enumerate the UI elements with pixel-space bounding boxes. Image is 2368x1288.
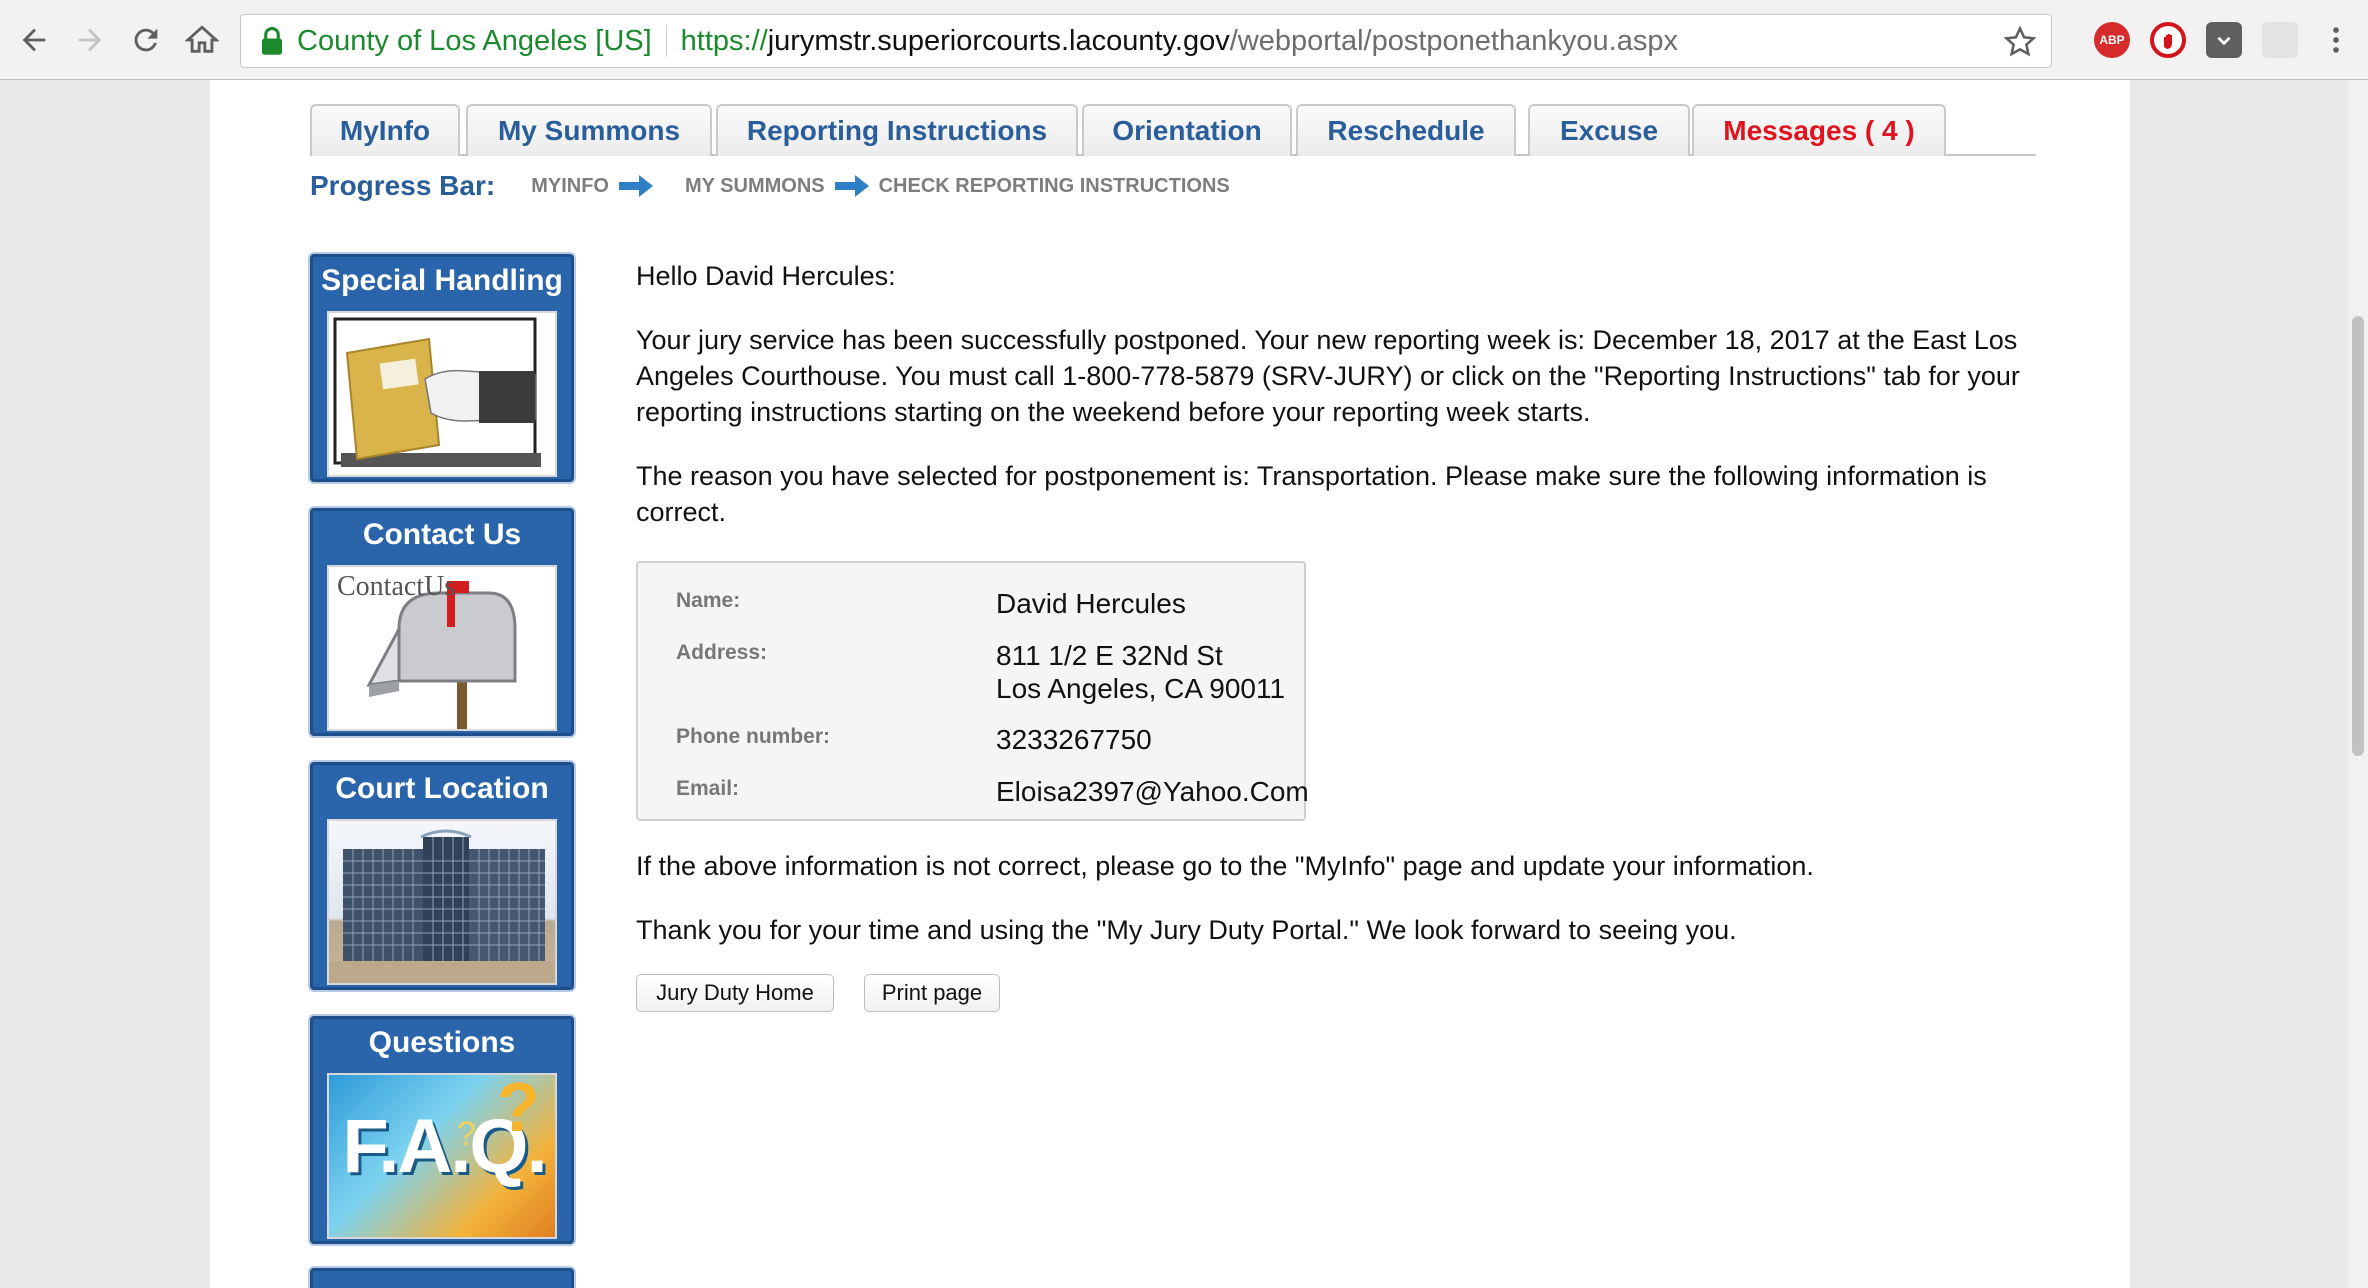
mailbox-image: ContactUs (327, 565, 557, 731)
tab-orientation[interactable]: Orientation (1082, 104, 1292, 156)
site-identity: County of Los Angeles [US] (297, 24, 652, 57)
thank-you-note: Thank you for your time and using the "M… (636, 915, 1737, 945)
address-line2: Los Angeles, CA 90011 (996, 673, 1286, 704)
url-scheme: https:// (680, 24, 768, 57)
address-bar[interactable]: County of Los Angeles [US] https:// jury… (240, 14, 2052, 68)
next-sidebar-card[interactable] (310, 1268, 574, 1288)
tab-reschedule[interactable]: Reschedule (1296, 104, 1516, 156)
address-line1: 811 1/2 E 32Nd St (996, 640, 1223, 671)
tab-my-summons[interactable]: My Summons (466, 104, 712, 156)
closing-text: If the above information is not correct,… (636, 848, 2036, 976)
browser-menu-button[interactable] (2316, 18, 2356, 62)
progress-bar: Progress Bar: MYINFO MY SUMMONS CHECK RE… (310, 166, 1230, 206)
special-handling-card[interactable]: Special Handling (310, 254, 574, 482)
back-arrow-icon (22, 28, 46, 52)
progress-step-my-summons: MY SUMMONS (684, 174, 825, 197)
tab-reporting-instructions[interactable]: Reporting Instructions (716, 104, 1078, 156)
scrollbar-thumb[interactable] (2352, 316, 2364, 756)
name-value: David Hercules (996, 588, 1186, 619)
court-location-title: Court Location (335, 772, 549, 805)
courthouse-building-icon (329, 829, 555, 983)
print-page-button[interactable]: Print page (864, 974, 1000, 1012)
forward-arrow-icon (78, 28, 102, 52)
address-label: Address: (676, 641, 768, 664)
name-label: Name: (676, 589, 741, 612)
questions-title: Questions (368, 1026, 516, 1059)
question-mark-icon: ? (497, 1073, 540, 1146)
progress-arrow-icon (834, 175, 869, 197)
portal-tab-bar: MyInfo My Summons Reporting Instructions… (310, 104, 2036, 156)
forward-button[interactable] (68, 18, 112, 62)
progress-label: Progress Bar: (310, 170, 496, 201)
tab-excuse[interactable]: Excuse (1528, 104, 1690, 156)
kebab-menu-icon (2333, 27, 2339, 53)
phone-value: 3233267750 (996, 724, 1152, 755)
url-path: /webportal/postponethankyou.aspx (1229, 24, 1678, 57)
lock-icon (262, 26, 282, 55)
chat-extension-icon[interactable] (2262, 22, 2298, 58)
progress-step-myinfo: MYINFO (531, 174, 609, 197)
reload-button[interactable] (124, 18, 168, 62)
juror-info-box: Name: David Hercules Address: 811 1/2 E … (636, 561, 1309, 821)
faq-image: F.A.Q. ? ? (327, 1073, 557, 1239)
vertical-scrollbar[interactable] (2348, 80, 2368, 1288)
main-content: Hello David Hercules: Your jury service … (636, 258, 2036, 558)
bookmark-star-icon[interactable] (2003, 25, 2037, 59)
email-value: Eloisa2397@Yahoo.Com (996, 776, 1309, 807)
greeting: Hello David Hercules: (636, 261, 896, 291)
envelope-image (327, 311, 557, 477)
pocket-icon[interactable] (2206, 22, 2242, 58)
home-icon (185, 25, 219, 53)
home-button[interactable] (180, 18, 224, 62)
hand-icon (2164, 34, 2172, 49)
special-handling-title: Special Handling (321, 264, 563, 297)
tab-myinfo[interactable]: MyInfo (310, 104, 460, 156)
back-button[interactable] (12, 18, 56, 62)
contact-us-card[interactable]: Contact Us ContactUs (310, 508, 574, 736)
postponement-confirmation: Your jury service has been successfully … (636, 325, 2020, 427)
jury-duty-home-button[interactable]: Jury Duty Home (636, 974, 834, 1012)
progress-step-check-reporting: CHECK REPORTING INSTRUCTIONS (878, 174, 1230, 197)
envelope-hand-icon (333, 317, 541, 467)
court-location-card[interactable]: Court Location (310, 762, 574, 990)
browser-toolbar: County of Los Angeles [US] https:// jury… (0, 0, 2368, 80)
ublock-icon[interactable] (2150, 22, 2186, 58)
progress-arrow-icon (618, 175, 653, 197)
contact-us-title: Contact Us (362, 518, 522, 551)
question-mark-icon: ? (457, 1115, 476, 1153)
tab-messages[interactable]: Messages ( 4 ) (1692, 104, 1946, 156)
pocket-chevron-icon (2217, 36, 2231, 46)
reload-icon (134, 28, 158, 52)
correction-note: If the above information is not correct,… (636, 851, 1814, 881)
phone-label: Phone number: (676, 725, 831, 748)
questions-card[interactable]: Questions F.A.Q. ? ? (310, 1016, 574, 1244)
email-label: Email: (676, 777, 740, 800)
url-host: jurymstr.superiorcourts.lacounty.gov (767, 24, 1230, 57)
mailbox-image-text: ContactUs (337, 571, 456, 602)
courthouse-image (327, 819, 557, 985)
postponement-reason: The reason you have selected for postpon… (636, 461, 1987, 527)
address-separator (665, 25, 667, 57)
adblock-icon[interactable]: ABP (2094, 22, 2130, 58)
